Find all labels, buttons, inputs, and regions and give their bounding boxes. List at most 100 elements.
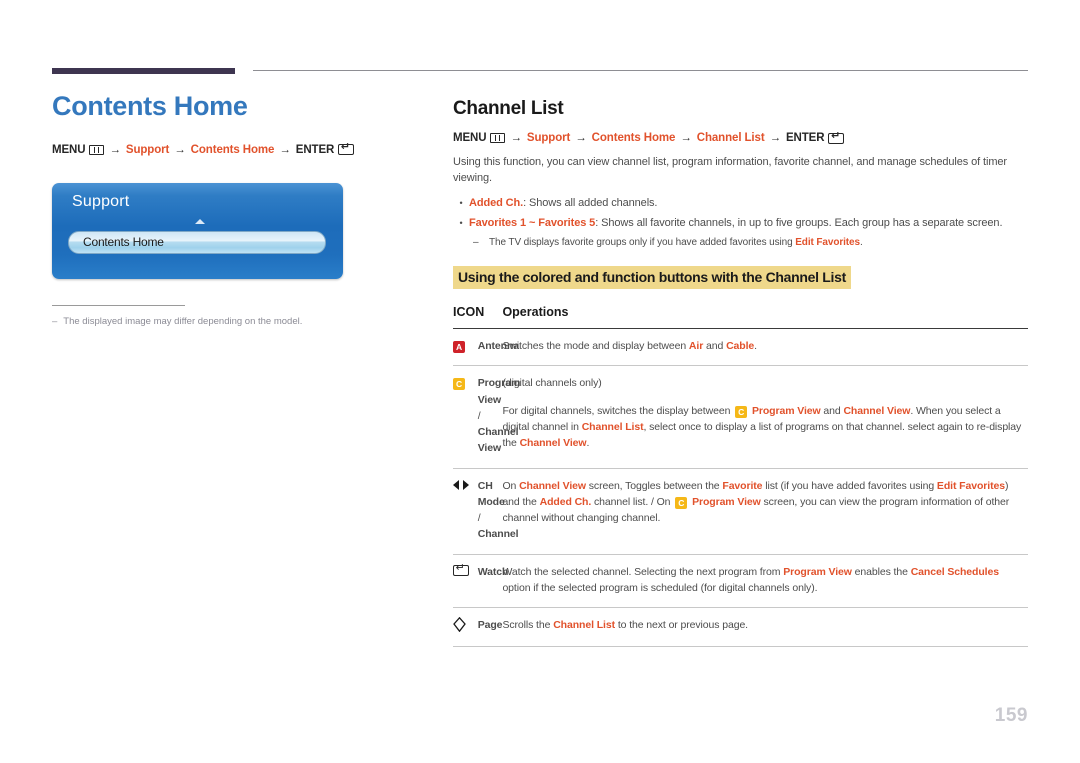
emphasis-term: Favorite (722, 479, 763, 492)
operations-table: ICON Operations A Antenna Switches the mod… (453, 305, 1028, 647)
body-text: Switches the mode and display between (502, 340, 689, 353)
page-updown-icon (453, 617, 466, 633)
body-text: . (586, 437, 590, 450)
row-operations-cell: Scrolls the Channel List to the next or … (502, 607, 1028, 647)
operation-paragraph: Watch the selected channel. Selecting th… (502, 564, 1028, 597)
path-arrow: → (680, 132, 692, 144)
sub-note-after: . (859, 237, 863, 249)
emphasis-term: Air (688, 340, 704, 353)
badge-c-icon: C (675, 496, 688, 509)
row-name-part: Channel (477, 528, 519, 541)
left-column: Contents Home MENU → Support → Contents … (52, 91, 412, 156)
body-text: list (if you have added favorites using (762, 479, 937, 492)
right-column: Channel List MENU → Support → Contents H… (453, 98, 1028, 647)
list-item-rest: : Shows all favorite channels, in up to … (595, 216, 1003, 229)
emphasis-term: Channel View (519, 437, 587, 450)
sub-note-term: Edit Favorites (795, 237, 860, 249)
emphasis-term: Cable (726, 340, 755, 353)
left-menu-path: MENU → Support → Contents Home → ENTER (52, 141, 412, 156)
highlighted-subheading: Using the colored and function buttons w… (453, 266, 851, 290)
bullet-dot: • (459, 197, 463, 208)
list-item-term: Added Ch. (469, 196, 524, 209)
sub-note-text: The TV displays favorite groups only if … (489, 235, 863, 250)
row-name-cell: Program View / Channel View (477, 365, 520, 469)
emphasis-term: Program View (689, 495, 761, 508)
footnote: – The displayed image may differ dependi… (52, 315, 382, 328)
emphasis-term: Cancel Schedules (910, 565, 999, 578)
caret-up-icon (195, 219, 205, 224)
emphasis-term: Program View (783, 565, 852, 578)
list-item: • Added Ch.: Shows all added channels. (453, 195, 1028, 212)
enter-label: ENTER (785, 132, 825, 144)
table-row: C Program View / Channel View (digital cha… (453, 365, 1028, 469)
list-item-text: Added Ch.: Shows all added channels. (469, 195, 657, 212)
footnote-divider (52, 305, 185, 306)
body-text: and (820, 404, 844, 417)
tv-menu-title: Support (72, 193, 130, 210)
menu-grid-icon (89, 144, 105, 155)
tv-menu-item-label: Contents Home (83, 235, 164, 249)
path-step-channel-list: Channel List (696, 132, 765, 144)
badge-a-icon: A (453, 341, 465, 354)
operation-paragraph: (digital channels only) (502, 375, 1028, 391)
emphasis-term: Channel List (553, 619, 615, 632)
body-text: Scrolls the (502, 619, 554, 632)
column-header-operations: Operations (502, 305, 1028, 330)
menu-grid-icon (490, 133, 506, 143)
badge-c-icon: C (735, 405, 748, 418)
column-header-icon: ICON (453, 305, 503, 330)
emphasis-term: Edit Favorites (936, 479, 1005, 492)
enter-key-icon (338, 141, 355, 156)
name-separator: / (477, 409, 481, 422)
body-text: and (703, 340, 727, 353)
row-operations-cell: On Channel View screen, Toggles between … (502, 468, 1028, 555)
path-arrow: → (279, 143, 291, 156)
row-name-part: Page (477, 619, 503, 632)
path-arrow: → (174, 143, 186, 156)
row-operations-cell: (digital channels only) For digital chann… (502, 365, 1028, 469)
path-arrow: → (769, 132, 782, 144)
emphasis-term: Channel View (519, 479, 586, 492)
path-arrow: → (575, 132, 587, 144)
row-icon-cell: C (453, 365, 478, 469)
tv-menu-item-contents-home[interactable]: Contents Home (68, 231, 326, 254)
list-item-rest: : Shows all added channels. (523, 196, 658, 209)
operation-paragraph: For digital channels, switches the displ… (502, 403, 1028, 452)
row-name-cell: Antenna (477, 328, 519, 367)
path-step-contents-home: Contents Home (190, 143, 275, 156)
emphasis-term: Channel List (581, 420, 644, 433)
row-operations-cell: Watch the selected channel. Selecting th… (502, 554, 1028, 609)
path-step-support: Support (526, 132, 571, 144)
emphasis-term: Channel View (843, 404, 911, 417)
section-title: Channel List (453, 98, 564, 119)
intro-paragraph: Using this function, you can view channe… (453, 156, 1007, 184)
body-text: Watch the selected channel. Selecting th… (502, 565, 784, 578)
bullet-dot: • (459, 217, 463, 228)
path-arrow: → (109, 143, 121, 156)
emphasis-term: Program View (749, 404, 821, 417)
tv-menu-mockup: Support Contents Home (52, 183, 343, 279)
row-icon-cell (453, 607, 478, 647)
row-icon-cell (453, 554, 478, 609)
body-text: channel list. / On (591, 495, 674, 508)
header-rule (253, 70, 1028, 71)
list-item-term: Favorites 1 ~ Favorites 5 (469, 216, 596, 229)
operation-paragraph: On Channel View screen, Toggles between … (502, 478, 1028, 527)
row-icon-cell: A (453, 328, 478, 367)
page-title: Contents Home (52, 91, 248, 121)
operation-paragraph: Switches the mode and display between Ai… (502, 338, 1028, 354)
footnote-text: The displayed image may differ depending… (63, 316, 303, 327)
enter-key-icon (453, 562, 469, 576)
body-text: screen, Toggles between the (585, 479, 723, 492)
header-accent-rule (52, 68, 235, 74)
row-name-part: CH Mode (477, 479, 505, 508)
row-operations-cell: Switches the mode and display between Ai… (502, 328, 1028, 367)
operation-paragraph: Scrolls the Channel List to the next or … (502, 617, 1028, 633)
footnote-dash: – (52, 316, 58, 327)
row-name-cell: Watch (477, 554, 508, 609)
body-text: On (502, 479, 520, 492)
menu-label: MENU (52, 143, 86, 156)
menu-label: MENU (453, 132, 487, 144)
table-header-row: ICON Operations (453, 305, 1028, 330)
right-menu-path: MENU → Support → Contents Home → Channel… (453, 130, 1028, 144)
